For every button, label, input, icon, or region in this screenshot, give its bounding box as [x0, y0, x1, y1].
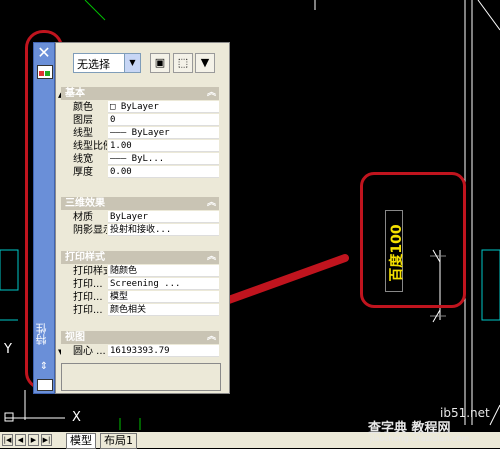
property-key: 颜色	[61, 101, 107, 114]
annotation-outline-text	[360, 172, 466, 308]
toggle-pickadd-button[interactable]: ▣	[150, 53, 170, 73]
property-key: 厚度	[61, 166, 107, 179]
property-key: 打印...	[61, 278, 107, 291]
property-value[interactable]: 模型	[108, 291, 219, 303]
ucs-y-label: Y	[4, 342, 12, 357]
property-row[interactable]: 阴影显示投射和接收...	[61, 224, 219, 237]
property-row[interactable]: 打印样式随颜色	[61, 265, 219, 278]
section-plot-style[interactable]: 打印样式 ︽	[61, 251, 219, 264]
collapse-icon[interactable]: ︽	[207, 197, 216, 210]
cyan-rect-right	[481, 249, 500, 321]
property-list: 基本 ︽ 颜色□ ByLayer 图层0 线型——— ByLayer 线型比例1…	[61, 87, 221, 387]
property-row[interactable]: 颜色 □ ByLayer	[61, 101, 219, 114]
property-row[interactable]: 线型比例1.00	[61, 140, 219, 153]
property-value[interactable]: 投射和接收...	[108, 224, 219, 236]
green-line	[84, 0, 106, 21]
property-key: 线型	[61, 127, 107, 140]
collapse-icon[interactable]: ︽	[207, 87, 216, 100]
property-row[interactable]: 线型 ——— ByLayer	[61, 127, 219, 140]
property-key: 圆心 ...	[61, 345, 107, 358]
property-key: 材质	[61, 211, 107, 224]
palette-side-label: 特性	[35, 323, 48, 345]
collapse-icon[interactable]: ︽	[207, 251, 216, 264]
property-value[interactable]: 0	[108, 114, 219, 126]
description-box	[61, 363, 221, 391]
palette-options-icon[interactable]	[37, 65, 53, 79]
section-title: 打印样式	[65, 252, 105, 263]
property-row[interactable]: 打印... 颜色相关	[61, 304, 219, 317]
first-tab-button[interactable]: |◀	[2, 434, 13, 446]
last-tab-button[interactable]: ▶|	[41, 434, 52, 446]
selection-dropdown[interactable]: 无选择 ▼	[73, 53, 141, 73]
section-title: 视图	[65, 332, 85, 343]
close-icon[interactable]: ✕	[36, 45, 52, 61]
properties-palette[interactable]: ✕ 特性 ⇕ 无选择 ▼ ▣ ⬚ ▼ ▲ ▼ 基本 ︽ 颜色□ ByLayer	[30, 42, 230, 394]
property-key: 打印样式	[61, 265, 107, 278]
prev-tab-button[interactable]: ◀	[15, 434, 26, 446]
cyan-rect-left	[0, 249, 19, 291]
section-3d-effects[interactable]: 三维效果 ︽	[61, 197, 219, 210]
tab-layout1[interactable]: 布局1	[100, 433, 137, 449]
property-row[interactable]: 圆心 ... 16193393.79	[61, 345, 219, 358]
property-key: 打印...	[61, 304, 107, 317]
section-title: 三维效果	[65, 198, 105, 209]
selection-value: 无选择	[77, 58, 110, 71]
property-value[interactable]: 16193393.79	[108, 345, 219, 357]
section-title: 基本	[65, 88, 85, 99]
property-key: 阴影显示	[61, 224, 107, 237]
property-value[interactable]: 0.00	[108, 166, 219, 178]
property-row[interactable]: 打印... Screening ...	[61, 278, 219, 291]
property-key: 线宽	[61, 153, 107, 166]
property-row[interactable]: 厚度 0.00	[61, 166, 219, 179]
property-key: 打印...	[61, 291, 107, 304]
palette-titlebar[interactable]: ✕ 特性 ⇕	[33, 42, 55, 394]
property-value[interactable]: 颜色相关	[108, 304, 219, 316]
property-value[interactable]: ——— ByLayer	[108, 127, 219, 139]
property-value[interactable]: Screening ...	[108, 278, 219, 290]
property-key: 图层	[61, 114, 107, 127]
select-objects-button[interactable]: ⬚	[173, 53, 193, 73]
collapse-icon[interactable]: ︽	[207, 331, 216, 344]
property-value[interactable]: ——— ByL...	[108, 153, 219, 165]
property-value[interactable]: 1.00	[108, 140, 219, 152]
autohide-icon[interactable]: ⇕	[37, 361, 51, 373]
property-row[interactable]: 线宽 ——— ByL...	[61, 153, 219, 166]
ucs-x-label: X	[72, 410, 81, 425]
property-value[interactable]: ByLayer	[108, 211, 219, 223]
property-row[interactable]: 材质 ByLayer	[61, 211, 219, 224]
property-value[interactable]: 随颜色	[108, 265, 219, 277]
property-value[interactable]: □ ByLayer	[108, 101, 219, 113]
property-row[interactable]: 打印... 模型	[61, 291, 219, 304]
property-key: 线型比例	[61, 140, 107, 153]
tab-model[interactable]: 模型	[66, 433, 96, 449]
quick-select-button[interactable]: ▼	[195, 53, 215, 73]
next-tab-button[interactable]: ▶	[28, 434, 39, 446]
properties-icon[interactable]	[37, 379, 53, 391]
watermark-url: jiaocheng.chazidian.com	[370, 434, 470, 443]
properties-panel: 无选择 ▼ ▣ ⬚ ▼ ▲ ▼ 基本 ︽ 颜色□ ByLayer 图层0 线型—…	[55, 42, 230, 394]
property-row[interactable]: 图层 0	[61, 114, 219, 127]
section-view[interactable]: 视图 ︽	[61, 331, 219, 344]
chevron-down-icon: ▼	[124, 54, 140, 72]
section-basic[interactable]: 基本 ︽	[61, 87, 219, 100]
